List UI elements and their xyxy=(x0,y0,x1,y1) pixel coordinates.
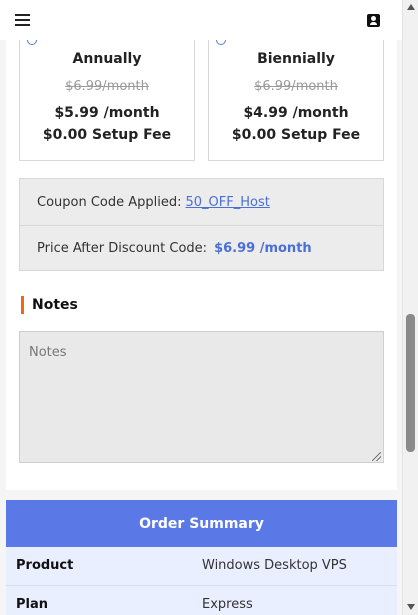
notes-heading: Notes xyxy=(21,296,78,314)
order-summary-table: Product Windows Desktop VPS Plan Express xyxy=(6,547,397,615)
original-price: $6.99/month xyxy=(65,79,149,94)
summary-value: Express xyxy=(202,597,253,612)
hamburger-menu-icon[interactable] xyxy=(15,14,30,26)
plan-name: Biennially xyxy=(257,51,335,67)
order-summary-header: Order Summary xyxy=(6,500,397,547)
plan-price: $5.99 /month xyxy=(54,105,160,121)
plan-name: Annually xyxy=(72,51,142,67)
setup-fee: $0.00 Setup Fee xyxy=(231,127,361,143)
coupon-summary-box: Coupon Code Applied: 50_OFF_Host Price A… xyxy=(19,178,384,271)
summary-value: Windows Desktop VPS xyxy=(202,558,347,573)
top-navigation-bar xyxy=(0,0,402,40)
coupon-code-link[interactable]: 50_OFF_Host xyxy=(186,195,270,210)
page-content: Annually $6.99/month $5.99 /month $0.00 … xyxy=(0,0,402,615)
coupon-applied-row: Coupon Code Applied: 50_OFF_Host xyxy=(20,179,383,225)
notes-textarea[interactable] xyxy=(19,331,384,463)
original-price: $6.99/month xyxy=(254,79,338,94)
table-row: Product Windows Desktop VPS xyxy=(6,547,397,586)
summary-key: Product xyxy=(16,558,74,573)
discount-label: Price After Discount Code: xyxy=(37,241,208,256)
table-row: Plan Express xyxy=(6,586,397,615)
scroll-down-arrow-icon[interactable] xyxy=(407,604,415,610)
plan-price: $4.99 /month xyxy=(243,105,349,121)
setup-fee: $0.00 Setup Fee xyxy=(42,127,172,143)
vertical-scrollbar[interactable] xyxy=(402,0,418,615)
coupon-applied-label: Coupon Code Applied: xyxy=(37,194,182,210)
discount-price: $6.99 /month xyxy=(214,241,312,256)
summary-key: Plan xyxy=(16,597,49,612)
user-account-icon[interactable] xyxy=(367,14,380,27)
discount-price-row: Price After Discount Code: $6.99 /month xyxy=(20,225,383,271)
scroll-up-arrow-icon[interactable] xyxy=(407,4,415,10)
scrollbar-thumb[interactable] xyxy=(406,314,415,452)
resize-grip-icon[interactable] xyxy=(372,452,381,461)
